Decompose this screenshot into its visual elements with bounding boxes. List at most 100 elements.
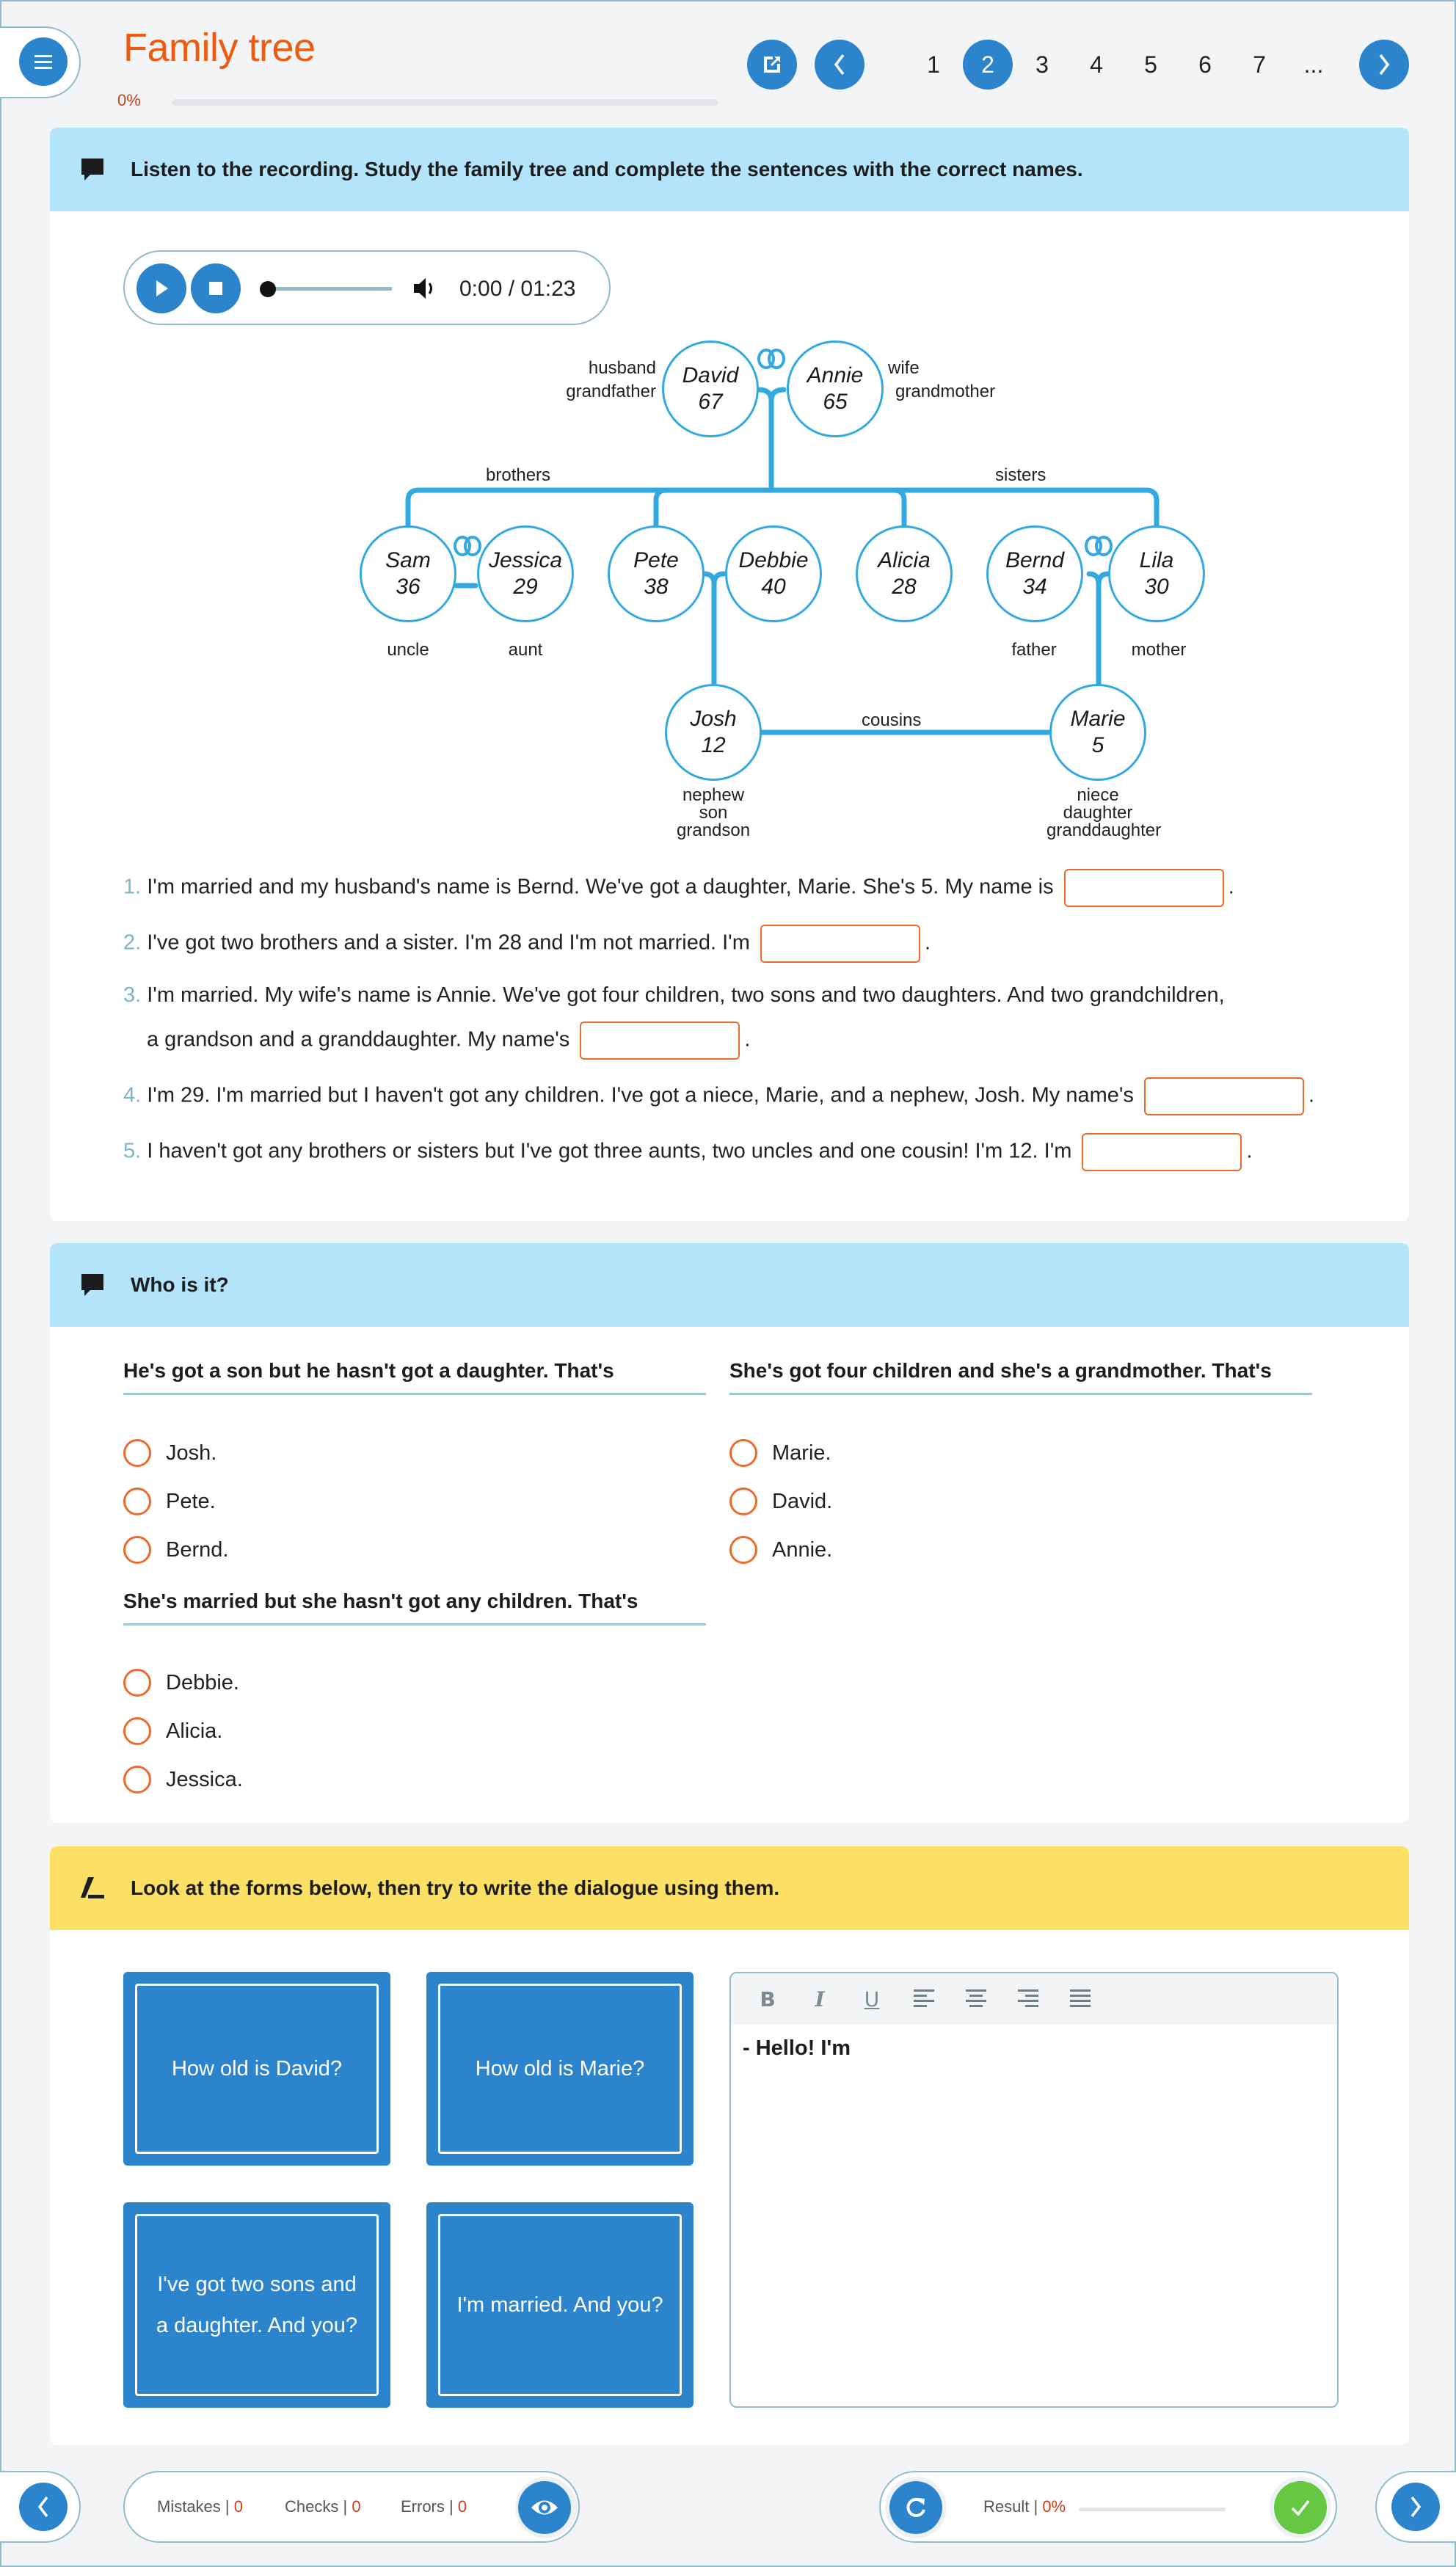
phrase-card[interactable]: How old is David? bbox=[123, 1972, 390, 2166]
phrase-card[interactable]: I've got two sons and a daughter. And yo… bbox=[123, 2202, 390, 2408]
radio-button[interactable] bbox=[123, 1439, 151, 1467]
bold-button[interactable]: B bbox=[751, 1983, 784, 2015]
answer-input-5[interactable] bbox=[1082, 1133, 1242, 1171]
previous-button[interactable] bbox=[19, 2483, 68, 2531]
restart-button[interactable] bbox=[889, 2481, 942, 2534]
align-left-icon bbox=[914, 1989, 934, 2007]
option-annie[interactable]: Annie. bbox=[729, 1536, 832, 1564]
answer-input-3[interactable] bbox=[580, 1022, 740, 1060]
page-4[interactable]: 4 bbox=[1071, 40, 1121, 90]
stop-icon bbox=[209, 282, 222, 295]
prev-page-button[interactable] bbox=[815, 40, 864, 90]
option-jessica[interactable]: Jessica. bbox=[123, 1766, 243, 1794]
page-2[interactable]: 2 bbox=[963, 40, 1013, 90]
person-jessica: Jessica 29 bbox=[477, 525, 574, 622]
person-age: 34 bbox=[1022, 575, 1047, 599]
sentence-end: . bbox=[1246, 1139, 1253, 1163]
person-marie: Marie 5 bbox=[1049, 684, 1146, 781]
align-right-button[interactable] bbox=[1012, 1983, 1044, 2015]
open-external-button[interactable] bbox=[747, 40, 797, 90]
play-button[interactable] bbox=[136, 263, 186, 313]
sentence-3: 3. I'm married. My wife's name is Annie.… bbox=[123, 980, 1225, 1010]
page-ellipsis[interactable]: ... bbox=[1289, 40, 1339, 90]
italic-button[interactable]: I bbox=[804, 1983, 836, 2015]
audio-seek-bar[interactable] bbox=[266, 287, 392, 291]
option-label: Josh. bbox=[166, 1441, 217, 1465]
phrase-card[interactable]: I'm married. And you? bbox=[426, 2202, 694, 2408]
page-6[interactable]: 6 bbox=[1180, 40, 1230, 90]
rings-icon bbox=[454, 349, 1113, 556]
radio-button[interactable] bbox=[729, 1439, 757, 1467]
phrase-card[interactable]: How old is Marie? bbox=[426, 1972, 694, 2166]
radio-button[interactable] bbox=[123, 1717, 151, 1745]
sentence-end: . bbox=[1308, 1083, 1315, 1107]
page-1[interactable]: 1 bbox=[909, 40, 958, 90]
sentence-5: 5. I haven't got any brothers or sisters… bbox=[123, 1133, 1253, 1171]
stat-label: Checks | bbox=[285, 2497, 348, 2516]
radio-button[interactable] bbox=[729, 1536, 757, 1564]
next-page-button[interactable] bbox=[1359, 40, 1409, 90]
sentence-number: 4. bbox=[123, 1083, 142, 1107]
audio-player: 0:00 / 01:23 bbox=[123, 250, 611, 325]
section-header: Who is it? bbox=[50, 1243, 1409, 1327]
page-7[interactable]: 7 bbox=[1234, 40, 1284, 90]
stat-label: Result | bbox=[983, 2497, 1038, 2516]
audio-seek-handle[interactable] bbox=[260, 281, 276, 297]
person-name: Sam bbox=[385, 548, 431, 572]
stat-label: Errors | bbox=[401, 2497, 454, 2516]
underline-button[interactable]: U bbox=[856, 1983, 888, 2015]
align-center-button[interactable] bbox=[960, 1983, 992, 2015]
text-editor: B I U - Hello! I'm bbox=[729, 1972, 1339, 2408]
radio-button[interactable] bbox=[123, 1488, 151, 1515]
option-david[interactable]: David. bbox=[729, 1488, 832, 1515]
radio-button[interactable] bbox=[123, 1766, 151, 1794]
card-text: How old is David? bbox=[135, 1984, 379, 2154]
answer-input-1[interactable] bbox=[1063, 869, 1224, 907]
page-3[interactable]: 3 bbox=[1017, 40, 1067, 90]
sentence-end: . bbox=[744, 1027, 751, 1052]
question-2-prompt: She's got four children and she's a gran… bbox=[729, 1359, 1312, 1395]
align-justify-button[interactable] bbox=[1064, 1983, 1096, 2015]
stat-value: 0 bbox=[233, 2497, 243, 2516]
answer-input-4[interactable] bbox=[1143, 1077, 1304, 1115]
next-button[interactable] bbox=[1391, 2483, 1440, 2531]
person-bernd: Bernd 34 bbox=[986, 525, 1083, 622]
footer-right-tab bbox=[1375, 2471, 1456, 2543]
stat-label: Mistakes | bbox=[157, 2497, 230, 2516]
sentence-text: I haven't got any brothers or sisters bu… bbox=[147, 1139, 1072, 1163]
card-text: How old is Marie? bbox=[438, 1984, 682, 2154]
radio-button[interactable] bbox=[123, 1536, 151, 1564]
mistakes-stat: Mistakes | 0 bbox=[157, 2497, 243, 2516]
option-alicia[interactable]: Alicia. bbox=[123, 1717, 222, 1745]
volume-button[interactable] bbox=[410, 274, 439, 307]
align-left-button[interactable] bbox=[908, 1983, 940, 2015]
person-pete: Pete 38 bbox=[608, 525, 705, 622]
errors-stat: Errors | 0 bbox=[401, 2497, 467, 2516]
sentence-number: 5. bbox=[123, 1139, 142, 1163]
option-bernd[interactable]: Bernd. bbox=[123, 1536, 228, 1564]
check-button[interactable] bbox=[1274, 2481, 1327, 2534]
radio-button[interactable] bbox=[123, 1669, 151, 1697]
option-pete[interactable]: Pete. bbox=[123, 1488, 216, 1515]
menu-button[interactable] bbox=[19, 37, 68, 86]
radio-button[interactable] bbox=[729, 1488, 757, 1515]
person-age: 5 bbox=[1091, 733, 1104, 757]
person-sam: Sam 36 bbox=[360, 525, 456, 622]
answer-input-2[interactable] bbox=[760, 925, 920, 963]
result-bar bbox=[1079, 2508, 1226, 2511]
editor-text-area[interactable]: - Hello! I'm bbox=[731, 2025, 1337, 2406]
underline-icon: U bbox=[864, 1987, 880, 2011]
checkmark-icon bbox=[1291, 2499, 1310, 2516]
sentence-text: I'm married. My wife's name is Annie. We… bbox=[147, 983, 1225, 1007]
sentence-number: 3. bbox=[123, 983, 142, 1007]
option-marie[interactable]: Marie. bbox=[729, 1439, 831, 1467]
option-josh[interactable]: Josh. bbox=[123, 1439, 216, 1467]
option-debbie[interactable]: Debbie. bbox=[123, 1669, 239, 1697]
show-answers-button[interactable] bbox=[518, 2481, 571, 2534]
label-brothers: brothers bbox=[486, 465, 551, 485]
stop-button[interactable] bbox=[191, 263, 241, 313]
page-5[interactable]: 5 bbox=[1126, 40, 1176, 90]
person-age: 36 bbox=[396, 575, 421, 599]
align-justify-icon bbox=[1070, 1989, 1091, 2007]
menu-tab bbox=[0, 26, 81, 98]
